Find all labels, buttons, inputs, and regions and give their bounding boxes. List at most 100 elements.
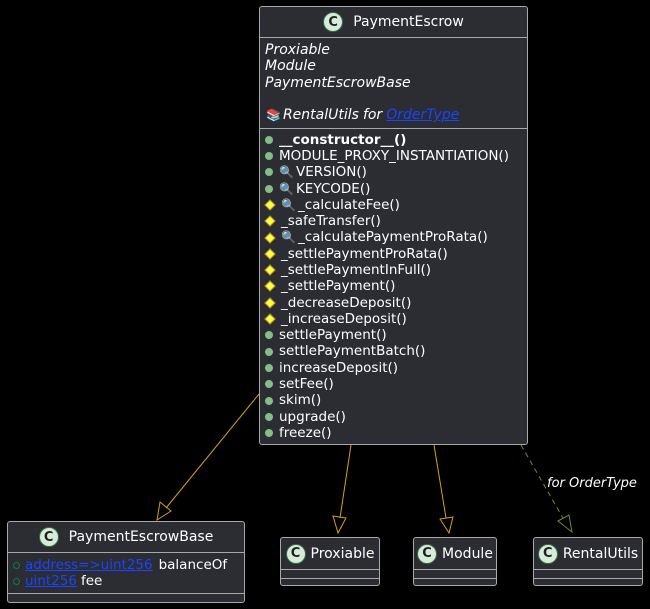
method-row[interactable]: _settlePaymentInFull() (264, 262, 522, 278)
class-implements-section: Proxiable Module PaymentEscrowBase 📚 Ren… (260, 38, 527, 129)
class-name: Module (442, 545, 493, 562)
field-row: uint256 fee (13, 573, 239, 589)
public-method-icon (265, 412, 273, 421)
empty-section (414, 570, 496, 579)
public-method-icon (265, 135, 273, 144)
class-badge-icon: C (417, 543, 438, 564)
public-method-icon (265, 363, 273, 372)
class-payment-escrow[interactable]: C PaymentEscrow Proxiable Module Payment… (259, 6, 528, 445)
method-row[interactable]: 🔍 VERSION() (265, 164, 522, 180)
method-row[interactable]: _settlePaymentProRata() (264, 246, 522, 262)
class-badge-icon: C (38, 527, 59, 547)
public-field-icon (13, 577, 20, 585)
edge-to-proxiable (339, 444, 352, 519)
internal-method-icon (264, 248, 276, 260)
method-row[interactable]: skim() (265, 392, 522, 408)
method-row[interactable]: settlePaymentBatch() (265, 343, 522, 359)
class-badge-icon: C (323, 12, 344, 32)
edge-to-paymentescrowbase (165, 393, 260, 509)
public-method-icon (265, 429, 273, 438)
static-magnifier-icon: 🔍 (281, 230, 296, 245)
method-name: _increaseDeposit() (281, 310, 407, 327)
book-icon: 📚 (266, 108, 281, 123)
method-row[interactable]: _safeTransfer() (264, 213, 522, 230)
class-header: C PaymentEscrow (260, 7, 527, 38)
field-name: balanceOf (158, 557, 228, 573)
class-name: PaymentEscrow (353, 14, 464, 30)
method-row[interactable]: __constructor__() (265, 132, 522, 148)
method-name: _settlePaymentInFull() (281, 262, 431, 278)
empty-section (281, 570, 379, 579)
field-row: address=>uint256 balanceOf (13, 557, 239, 573)
class-methods-section: __constructor__() MODULE_PROXY_INSTANTIAT… (260, 129, 527, 446)
class-module[interactable]: C Module (413, 537, 497, 586)
static-magnifier-icon: 🔍 (281, 197, 296, 212)
class-payment-escrow-base[interactable]: C PaymentEscrowBase address=>uint256 bal… (7, 521, 245, 603)
using-for-row: 📚 RentalUtils for OrderType (265, 107, 522, 123)
class-proxiable[interactable]: C Proxiable (280, 537, 380, 586)
field-type-link[interactable]: address=>uint256 (25, 557, 153, 573)
implements-item: PaymentEscrowBase (265, 74, 411, 91)
class-badge-icon: C (285, 543, 306, 564)
public-method-icon (265, 347, 273, 356)
class-name: RentalUtils (562, 545, 639, 562)
method-row[interactable]: setFee() (265, 376, 522, 392)
method-row[interactable]: settlePayment() (265, 327, 522, 343)
field-type-link[interactable]: uint256 (25, 573, 77, 589)
method-row[interactable]: increaseDeposit() (265, 360, 522, 376)
method-name: MODULE_PROXY_INSTANTIATION() (279, 147, 509, 164)
method-name: settlePaymentBatch() (279, 343, 426, 360)
public-method-icon (265, 396, 273, 405)
class-name: PaymentEscrowBase (68, 529, 214, 545)
method-name: freeze() (279, 424, 332, 441)
using-for-keyword: for (362, 107, 383, 124)
method-name: _settlePayment() (281, 278, 396, 295)
static-magnifier-icon: 🔍 (279, 165, 294, 180)
method-name: __constructor__() (279, 131, 407, 148)
public-method-icon (265, 184, 273, 193)
method-row[interactable]: freeze() (265, 425, 522, 441)
method-name: KEYCODE() (295, 180, 371, 197)
method-row[interactable]: 🔍 _calculatePaymentProRata() (264, 229, 522, 246)
class-header: C Module (414, 538, 496, 570)
internal-method-icon (264, 313, 276, 325)
internal-method-icon (264, 231, 276, 244)
public-method-icon (265, 152, 273, 161)
method-name: _calculateFee() (297, 196, 400, 213)
method-name: increaseDeposit() (279, 359, 399, 376)
internal-method-icon (264, 215, 276, 227)
class-rental-utils[interactable]: C RentalUtils (533, 537, 643, 586)
field-name: fee (80, 573, 103, 590)
method-name: _safeTransfer() (281, 213, 381, 230)
method-row[interactable]: 🔍 _calculateFee() (264, 196, 522, 213)
internal-method-icon (264, 280, 276, 293)
method-name: setFee() (279, 376, 334, 393)
internal-method-icon (264, 297, 276, 309)
class-fields-section: address=>uint256 balanceOf uint256 fee (8, 553, 244, 594)
empty-section (534, 570, 642, 579)
method-row[interactable]: _settlePayment() (264, 278, 522, 295)
method-name: _decreaseDeposit() (281, 294, 412, 311)
public-method-icon (265, 331, 273, 340)
method-row[interactable]: _decreaseDeposit() (264, 294, 522, 311)
class-header: C RentalUtils (534, 538, 642, 570)
arrowhead-module (439, 516, 454, 535)
edge-to-module (433, 444, 447, 519)
static-magnifier-icon: 🔍 (279, 181, 294, 196)
method-row[interactable]: MODULE_PROXY_INSTANTIATION() (265, 148, 522, 164)
method-row[interactable]: upgrade() (265, 409, 522, 425)
edge-label-for-ordertype: for OrderType (547, 476, 637, 491)
arrowhead-proxiable (332, 515, 347, 535)
method-name: settlePayment() (279, 327, 387, 344)
arrowhead-rentalutils (557, 514, 573, 534)
using-type-link[interactable]: OrderType (386, 107, 459, 123)
method-row[interactable]: _increaseDeposit() (264, 310, 522, 327)
using-lib-name: RentalUtils (282, 107, 359, 124)
method-name: _calculatePaymentProRata() (297, 229, 488, 246)
implements-item: Module (265, 58, 316, 75)
method-name: upgrade() (279, 408, 346, 425)
method-name: VERSION() (295, 164, 367, 181)
method-row[interactable]: 🔍 KEYCODE() (265, 181, 522, 197)
public-method-icon (265, 168, 273, 177)
